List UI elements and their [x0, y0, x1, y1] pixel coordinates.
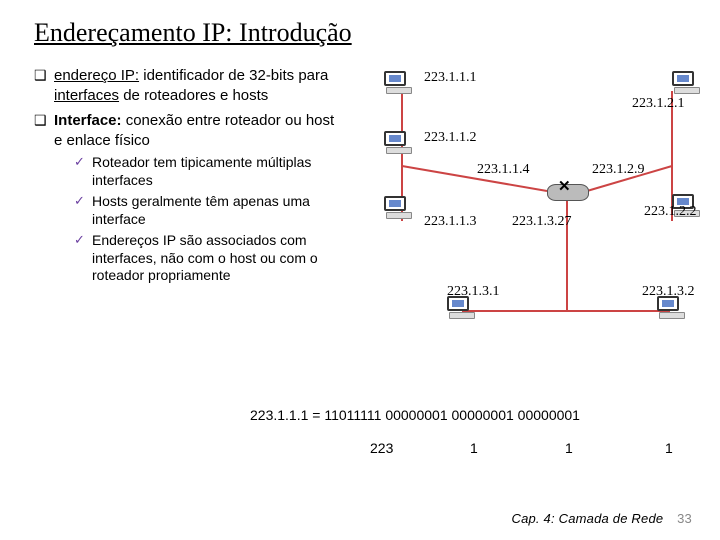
host-icon [384, 131, 414, 161]
ip-label: 223.1.1.3 [424, 214, 477, 230]
ip-label: 223.1.1.1 [424, 70, 477, 86]
ip-label: 223.1.2.2 [644, 204, 697, 220]
sub-list: Roteador tem tipicamente múltiplas inter… [74, 154, 344, 285]
term-interface: Interface: [54, 112, 122, 129]
page-number: 33 [677, 511, 692, 526]
octet-2: 1 [470, 440, 478, 456]
octet-3: 1 [565, 440, 573, 456]
content-columns: endereço IP: identificador de 32-bits pa… [34, 66, 686, 446]
sub-1: Roteador tem tipicamente múltiplas inter… [74, 154, 344, 189]
ip-label: 223.1.2.1 [632, 96, 685, 112]
slide: Endereçamento IP: Introdução endereço IP… [0, 0, 720, 540]
sub-2: Hosts geralmente têm apenas uma interfac… [74, 193, 344, 228]
ip-label: 223.1.1.2 [424, 130, 477, 146]
host-icon [447, 296, 477, 326]
ip-label: 223.1.3.1 [447, 284, 500, 300]
ip-label: 223.1.3.2 [642, 284, 695, 300]
ip-label: 223.1.1.4 [477, 162, 530, 178]
host-icon [384, 196, 414, 226]
footer: Cap. 4: Camada de Rede 33 [511, 511, 692, 526]
link-lines [352, 66, 707, 396]
ip-label: 223.1.3.27 [512, 214, 572, 230]
host-icon [384, 71, 414, 101]
router-icon: ✕ [547, 178, 591, 208]
binary-line: 223.1.1.1 = 11011111 00000001 00000001 0… [250, 407, 580, 423]
slide-title: Endereçamento IP: Introdução [34, 18, 686, 48]
bullet-2: Interface: conexão entre roteador ou hos… [34, 111, 344, 285]
bullet-1: endereço IP: identificador de 32-bits pa… [34, 66, 344, 105]
network-diagram: ✕ 223.1.1.1 223.1.1.2 223.1.1.3 223.1.1.… [352, 66, 707, 406]
main-list: endereço IP: identificador de 32-bits pa… [34, 66, 344, 285]
octet-1: 223 [370, 440, 393, 456]
host-icon [657, 296, 687, 326]
diagram-column: ✕ 223.1.1.1 223.1.1.2 223.1.1.3 223.1.1.… [352, 66, 686, 446]
sub-3: Endereços IP são associados com interfac… [74, 232, 344, 285]
footer-text: Cap. 4: Camada de Rede [511, 511, 663, 526]
ip-label: 223.1.2.9 [592, 162, 645, 178]
text-column: endereço IP: identificador de 32-bits pa… [34, 66, 344, 446]
octet-4: 1 [665, 440, 673, 456]
term-endereco-ip: endereço IP: [54, 67, 139, 84]
